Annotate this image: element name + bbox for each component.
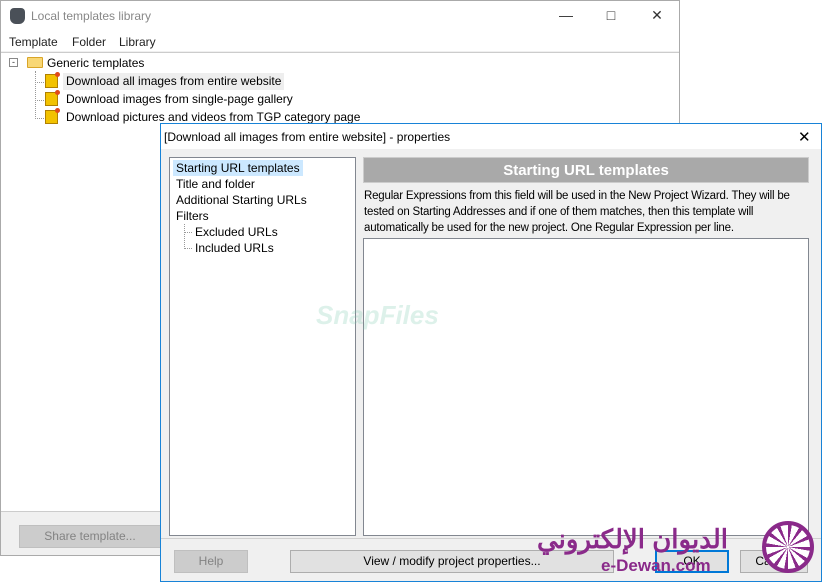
nav-included-urls[interactable]: Included URLs bbox=[192, 240, 277, 256]
nav-filters[interactable]: Filters bbox=[173, 208, 212, 224]
dewan-logo bbox=[762, 521, 814, 573]
section-header: Starting URL templates bbox=[363, 157, 809, 183]
maximize-icon[interactable]: □ bbox=[601, 7, 621, 23]
dialog-title-bar: [Download all images from entire website… bbox=[161, 124, 821, 149]
properties-dialog: [Download all images from entire website… bbox=[160, 123, 822, 582]
template-icon bbox=[45, 72, 60, 88]
template-icon bbox=[45, 90, 60, 106]
settings-nav: Starting URL templates Title and folder … bbox=[169, 157, 356, 536]
tree-item[interactable]: Download all images from entire website bbox=[63, 73, 285, 90]
tree-root[interactable]: Generic templates bbox=[44, 55, 147, 72]
nav-starting-url-templates[interactable]: Starting URL templates bbox=[173, 160, 303, 176]
snapfiles-watermark: SnapFiles bbox=[316, 300, 439, 330]
help-button[interactable]: Help bbox=[174, 550, 248, 573]
template-icon bbox=[45, 108, 60, 124]
close-icon[interactable]: ✕ bbox=[647, 7, 667, 24]
regex-textarea[interactable] bbox=[363, 238, 809, 536]
folder-icon bbox=[27, 57, 43, 68]
nav-excluded-urls[interactable]: Excluded URLs bbox=[192, 224, 281, 240]
dialog-title: [Download all images from entire website… bbox=[164, 130, 451, 144]
title-bar: Local templates library — □ ✕ bbox=[1, 1, 679, 31]
collapse-icon[interactable]: - bbox=[9, 58, 18, 67]
nav-title-and-folder[interactable]: Title and folder bbox=[173, 176, 258, 192]
menu-library[interactable]: Library bbox=[119, 35, 156, 49]
dewan-watermark-arabic: الديوان الإلكتروني bbox=[537, 524, 728, 554]
menu-template[interactable]: Template bbox=[9, 35, 58, 49]
menu-folder[interactable]: Folder bbox=[72, 35, 106, 49]
app-icon bbox=[10, 8, 25, 24]
dewan-watermark-latin: e-Dewan.com bbox=[601, 556, 711, 575]
share-template-button[interactable]: Share template... bbox=[19, 525, 161, 548]
close-icon[interactable]: ✕ bbox=[798, 128, 811, 146]
window-title: Local templates library bbox=[31, 9, 152, 23]
menu-bar: Template Folder Library bbox=[1, 31, 679, 51]
tree-item[interactable]: Download images from single-page gallery bbox=[63, 91, 296, 108]
section-description: Regular Expressions from this field will… bbox=[364, 190, 790, 234]
nav-additional-starting-urls[interactable]: Additional Starting URLs bbox=[173, 192, 310, 208]
minimize-icon[interactable]: — bbox=[556, 7, 576, 23]
